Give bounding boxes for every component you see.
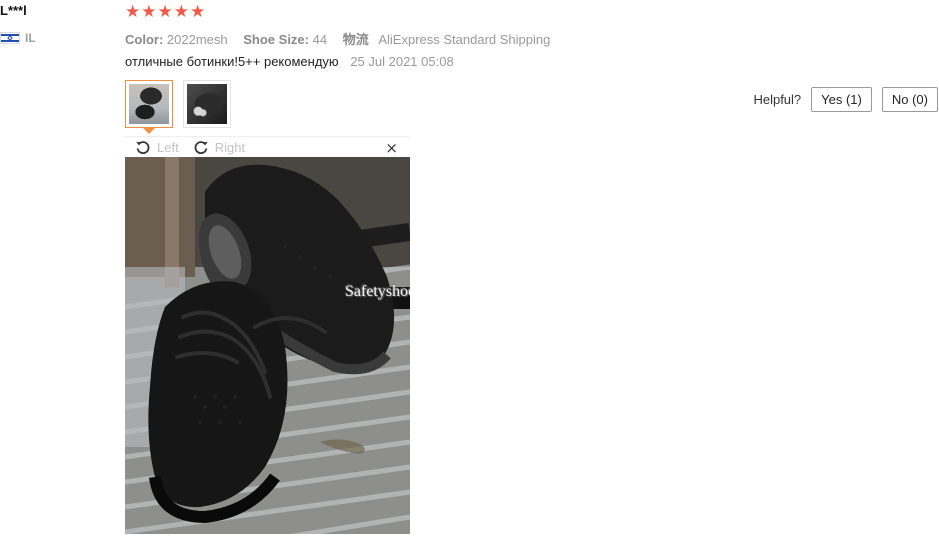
shipping-label: 物流: [342, 32, 369, 47]
star-icon: ★: [173, 2, 189, 22]
rotate-left-button[interactable]: Left: [135, 139, 179, 155]
star-icon: ★: [125, 2, 141, 22]
shipping-value: AliExpress Standard Shipping: [378, 32, 551, 47]
review-photo[interactable]: Safetyshoes Dropshipping Store: [125, 157, 410, 534]
rotate-right-button[interactable]: Right: [193, 139, 245, 155]
review-feedback: отличные ботинки!5++ рекомендую 25 Jul 2…: [125, 54, 454, 69]
israel-flag-icon: [0, 32, 20, 44]
country-code: IL: [25, 31, 36, 45]
rotate-right-icon: [194, 141, 208, 155]
review-thumbnail-2[interactable]: [183, 80, 231, 128]
rotate-right-label: Right: [214, 139, 246, 155]
rotate-left-label: Left: [157, 139, 179, 155]
review-text: отличные ботинки!5++ рекомендую: [125, 54, 339, 69]
close-icon[interactable]: ×: [385, 139, 398, 157]
review-date: 25 Jul 2021 05:08: [350, 54, 454, 69]
review-product-info: Color: 2022mesh Shoe Size: 44 物流 AliExpr…: [125, 29, 550, 48]
star-icon: ★: [157, 2, 173, 22]
review-page: L***l IL ★ ★ ★ ★ ★ Color: 2022mesh Shoe …: [0, 0, 939, 540]
image-viewer: Left Right × Safetysho: [125, 136, 410, 534]
helpful-no-button[interactable]: No (0): [881, 87, 938, 112]
helpful-yes-button[interactable]: Yes (1): [811, 87, 872, 112]
shoe-photo-thumbnail: [187, 84, 227, 124]
rotate-left-icon: [136, 141, 150, 155]
shoe-photo-thumbnail: [129, 84, 169, 124]
star-icon: ★: [190, 2, 206, 22]
star-icon: ★: [141, 2, 157, 22]
helpful-voting: Helpful? Yes (1) No (0): [753, 87, 938, 112]
review-thumbnails: [125, 80, 231, 134]
reviewer-country: IL: [0, 31, 36, 45]
shoe-size-value: 44: [312, 32, 328, 47]
viewer-toolbar: Left Right ×: [125, 136, 410, 157]
review-thumbnail-1[interactable]: [125, 80, 173, 134]
shoe-size-label: Shoe Size:: [243, 32, 309, 47]
color-label: Color:: [125, 32, 164, 47]
color-value: 2022mesh: [166, 32, 228, 47]
helpful-question: Helpful?: [753, 92, 802, 107]
reviewer-name: L***l: [0, 3, 27, 18]
shoe-photo-image: [125, 157, 410, 534]
star-rating: ★ ★ ★ ★ ★: [125, 4, 205, 21]
